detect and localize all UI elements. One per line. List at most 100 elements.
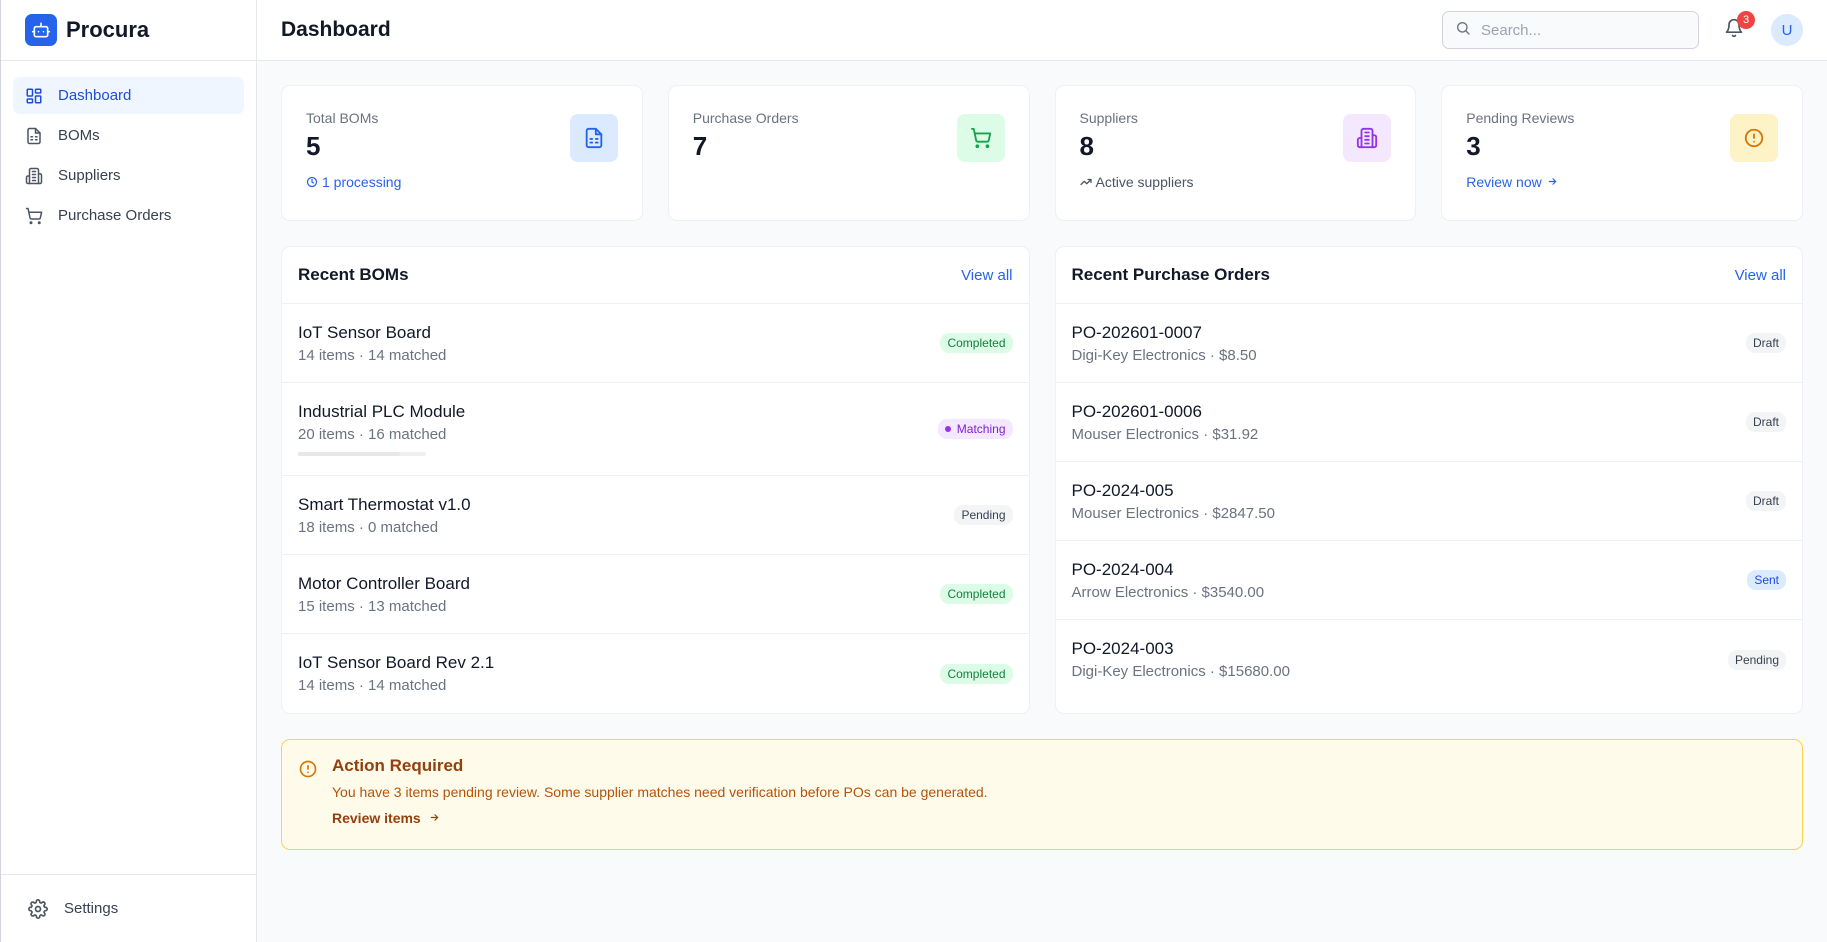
review-now-link[interactable]: Review now — [1466, 174, 1778, 190]
stat-sub-text: Active suppliers — [1095, 174, 1194, 190]
brand-name: Procura — [66, 17, 150, 42]
sidebar-item-purchase-orders[interactable]: Purchase Orders — [13, 197, 244, 234]
document-icon — [569, 114, 618, 162]
stat-cards: Total BOMs 5 1 processing Purchase Order… — [281, 85, 1803, 221]
search-box[interactable] — [1442, 11, 1699, 49]
robot-logo-icon — [25, 14, 57, 46]
sidebar-item-suppliers[interactable]: Suppliers — [13, 157, 244, 194]
status-text: Matching — [956, 422, 1006, 436]
stat-card-pending-reviews[interactable]: Pending Reviews 3 Review now — [1441, 85, 1803, 221]
po-meta: Digi-Key Electronics · $15680.00 — [1071, 663, 1290, 680]
status-badge: Completed — [940, 584, 1013, 604]
stat-sub: 1 processing — [306, 174, 618, 190]
stat-card-suppliers[interactable]: Suppliers 8 Active suppliers — [1054, 85, 1417, 221]
stat-card-purchase-orders[interactable]: Purchase Orders 7 — [667, 85, 1030, 221]
notification-count-badge: 3 — [1737, 11, 1755, 29]
alert-icon — [298, 759, 318, 779]
building-icon — [1343, 114, 1392, 162]
po-row[interactable]: PO-202601-0006 Mouser Electronics · $31.… — [1055, 383, 1802, 462]
status-badge: Pending — [1727, 649, 1786, 670]
bom-meta: 14 items · 14 matched — [298, 677, 447, 694]
alert-icon — [1730, 114, 1778, 162]
panels: Recent BOMs View all IoT Sensor Board 14… — [281, 246, 1803, 714]
sidebar-item-boms[interactable]: BOMs — [13, 117, 244, 154]
notifications-button[interactable]: 3 — [1721, 11, 1755, 43]
page-title: Dashboard — [281, 18, 391, 41]
po-id: PO-202601-0006 — [1071, 401, 1202, 421]
recent-boms-panel: Recent BOMs View all IoT Sensor Board 14… — [281, 246, 1030, 714]
sidebar-item-label: Purchase Orders — [58, 207, 172, 224]
review-items-link[interactable]: Review items — [332, 810, 440, 826]
status-dot — [944, 426, 951, 432]
search-input[interactable] — [1481, 21, 1681, 39]
bom-name: Industrial PLC Module — [298, 402, 466, 421]
po-row[interactable]: PO-202601-0007 Digi-Key Electronics · $8… — [1055, 304, 1802, 383]
brand[interactable]: Procura — [1, 0, 256, 61]
bom-row[interactable]: Smart Thermostat v1.0 18 items · 0 match… — [282, 476, 1029, 555]
bom-row[interactable]: Motor Controller Board 15 items · 13 mat… — [282, 555, 1029, 634]
alert-text: You have 3 items pending review. Some su… — [332, 784, 988, 800]
bom-row[interactable]: IoT Sensor Board 14 items · 14 matched C… — [282, 304, 1029, 383]
avatar[interactable]: U — [1771, 14, 1803, 46]
po-id: PO-202601-0007 — [1071, 322, 1202, 342]
action-required-alert: Action Required You have 3 items pending… — [281, 739, 1803, 850]
status-badge: Completed — [940, 663, 1013, 684]
settings-link[interactable]: Settings — [1, 874, 256, 942]
bom-row[interactable]: IoT Sensor Board Rev 2.1 14 items · 14 m… — [282, 634, 1029, 713]
status-badge: Matching — [937, 419, 1013, 439]
sidebar-item-label: Suppliers — [58, 167, 121, 184]
panel-title: Recent BOMs — [298, 265, 409, 284]
po-meta: Digi-Key Electronics · $8.50 — [1071, 346, 1257, 364]
dashboard-content: Total BOMs 5 1 processing Purchase Order… — [257, 61, 1827, 874]
arrow-right-icon — [1547, 174, 1558, 190]
po-id: PO-2024-005 — [1071, 480, 1174, 500]
sidebar-item-dashboard[interactable]: Dashboard — [13, 77, 244, 114]
po-meta: Mouser Electronics · $2847.50 — [1071, 504, 1275, 522]
view-all-boms-link[interactable]: View all — [961, 267, 1012, 284]
stat-card-total-boms[interactable]: Total BOMs 5 1 processing — [281, 85, 643, 221]
status-badge: Draft — [1745, 491, 1786, 511]
progress-fill — [298, 452, 401, 456]
trending-up-icon — [1079, 176, 1092, 188]
bom-meta: 15 items · 13 matched — [298, 597, 447, 615]
status-badge: Draft — [1745, 333, 1786, 353]
bom-name: IoT Sensor Board — [298, 322, 431, 342]
dashboard-icon — [24, 86, 44, 106]
stat-sub: Active suppliers — [1079, 174, 1392, 190]
po-row[interactable]: PO-2024-003 Digi-Key Electronics · $1568… — [1056, 620, 1803, 699]
bom-meta: 14 items · 14 matched — [298, 346, 447, 364]
building-icon — [24, 166, 44, 186]
status-badge: Completed — [940, 333, 1013, 353]
po-id: PO-2024-003 — [1071, 639, 1174, 658]
main: Dashboard 3 U Total BOMs 5 — [257, 0, 1827, 942]
po-meta: Mouser Electronics · $31.92 — [1071, 425, 1259, 443]
status-badge: Draft — [1745, 412, 1786, 432]
bom-meta: 18 items · 0 matched — [298, 518, 439, 536]
alert-title: Action Required — [332, 756, 464, 775]
panel-header: Recent Purchase Orders View all — [1055, 247, 1802, 304]
stat-sub-text: 1 processing — [322, 174, 402, 190]
bom-name: Motor Controller Board — [298, 573, 470, 593]
search-icon — [1455, 20, 1471, 41]
bom-name: Smart Thermostat v1.0 — [298, 494, 471, 514]
bom-row[interactable]: Industrial PLC Module 20 items · 16 matc… — [282, 383, 1029, 476]
view-all-pos-link[interactable]: View all — [1735, 267, 1786, 284]
arrow-right-icon — [425, 810, 440, 826]
sidebar-nav: Dashboard BOMs Suppliers Purchase Orders — [1, 61, 256, 874]
bom-name: IoT Sensor Board Rev 2.1 — [298, 653, 495, 672]
panel-title: Recent Purchase Orders — [1071, 265, 1270, 284]
settings-label: Settings — [64, 900, 119, 917]
po-id: PO-2024-004 — [1071, 559, 1174, 579]
progress-bar — [298, 452, 426, 456]
po-row[interactable]: PO-2024-004 Arrow Electronics · $3540.00… — [1055, 541, 1802, 620]
cart-icon — [24, 206, 44, 226]
clock-icon — [306, 176, 318, 188]
cart-icon — [956, 114, 1005, 162]
topbar: Dashboard 3 U — [257, 0, 1827, 61]
gear-icon — [28, 898, 50, 920]
po-row[interactable]: PO-2024-005 Mouser Electronics · $2847.5… — [1055, 462, 1802, 541]
recent-purchase-orders-panel: Recent Purchase Orders View all PO-20260… — [1054, 246, 1803, 714]
sidebar: Procura Dashboard BOMs Suppliers Purchas… — [0, 0, 257, 942]
status-badge: Sent — [1747, 570, 1786, 590]
panel-header: Recent BOMs View all — [282, 247, 1029, 304]
